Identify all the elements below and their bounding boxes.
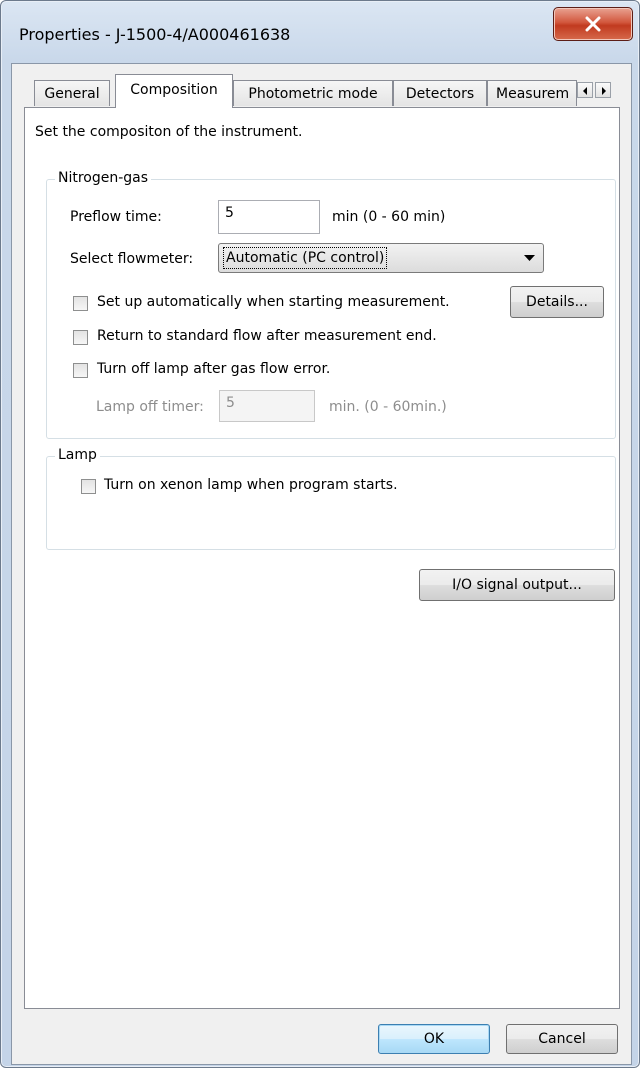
tab-detectors[interactable]: Detectors	[393, 80, 487, 106]
xenon-lamp-checkbox[interactable]	[81, 479, 96, 494]
tab-strip: General Composition Photometric mode Det…	[12, 64, 631, 108]
lamp-group: Lamp Turn on xenon lamp when program sta…	[46, 447, 616, 550]
auto-setup-label: Set up automatically when starting measu…	[97, 294, 450, 310]
tab-scroll-left[interactable]	[577, 82, 593, 98]
flowmeter-selected-value: Automatic (PC control)	[223, 247, 388, 269]
return-flow-checkbox[interactable]	[73, 330, 88, 345]
dialog-body: General Composition Photometric mode Det…	[11, 63, 632, 1065]
lamp-timer-range-label: min. (0 - 60min.)	[329, 399, 447, 415]
properties-dialog: Properties - J-1500-4/A000461638 General…	[0, 0, 640, 1068]
chevron-down-icon	[524, 255, 535, 261]
title-bar[interactable]: Properties - J-1500-4/A000461638	[1, 1, 639, 61]
close-icon	[585, 16, 601, 32]
tab-general[interactable]: General	[34, 80, 110, 106]
window-title: Properties - J-1500-4/A000461638	[19, 25, 291, 44]
xenon-lamp-label: Turn on xenon lamp when program starts.	[104, 477, 398, 493]
flowmeter-select[interactable]: Automatic (PC control)	[218, 243, 544, 273]
preflow-range-label: min (0 - 60 min)	[332, 209, 446, 225]
composition-panel: Set the compositon of the instrument. Ni…	[24, 107, 620, 1009]
tab-composition[interactable]: Composition	[115, 74, 233, 108]
lamp-timer-label: Lamp off timer:	[96, 399, 204, 415]
lamp-off-checkbox[interactable]	[73, 363, 88, 378]
flowmeter-label: Select flowmeter:	[70, 251, 194, 267]
auto-setup-checkbox[interactable]	[73, 296, 88, 311]
tab-scroll-right[interactable]	[595, 82, 611, 98]
return-flow-label: Return to standard flow after measuremen…	[97, 328, 437, 344]
details-button[interactable]: Details...	[510, 286, 604, 318]
arrow-right-icon	[602, 87, 606, 95]
ok-button[interactable]: OK	[378, 1024, 490, 1054]
lamp-group-title: Lamp	[55, 447, 100, 463]
preflow-time-input[interactable]: 5	[218, 200, 320, 234]
io-signal-output-button[interactable]: I/O signal output...	[419, 569, 615, 601]
preflow-time-label: Preflow time:	[70, 209, 162, 225]
arrow-left-icon	[583, 87, 587, 95]
description-text: Set the compositon of the instrument.	[35, 124, 303, 140]
lamp-off-label: Turn off lamp after gas flow error.	[97, 361, 331, 377]
close-button[interactable]	[553, 7, 633, 41]
nitrogen-gas-group: Nitrogen-gas Preflow time: 5 min (0 - 60…	[46, 170, 616, 439]
cancel-button[interactable]: Cancel	[506, 1024, 618, 1054]
lamp-timer-input[interactable]: 5	[219, 390, 315, 422]
tab-measurement[interactable]: Measurem	[487, 80, 577, 106]
tab-photometric-mode[interactable]: Photometric mode	[233, 80, 393, 106]
nitrogen-gas-title: Nitrogen-gas	[55, 170, 152, 186]
